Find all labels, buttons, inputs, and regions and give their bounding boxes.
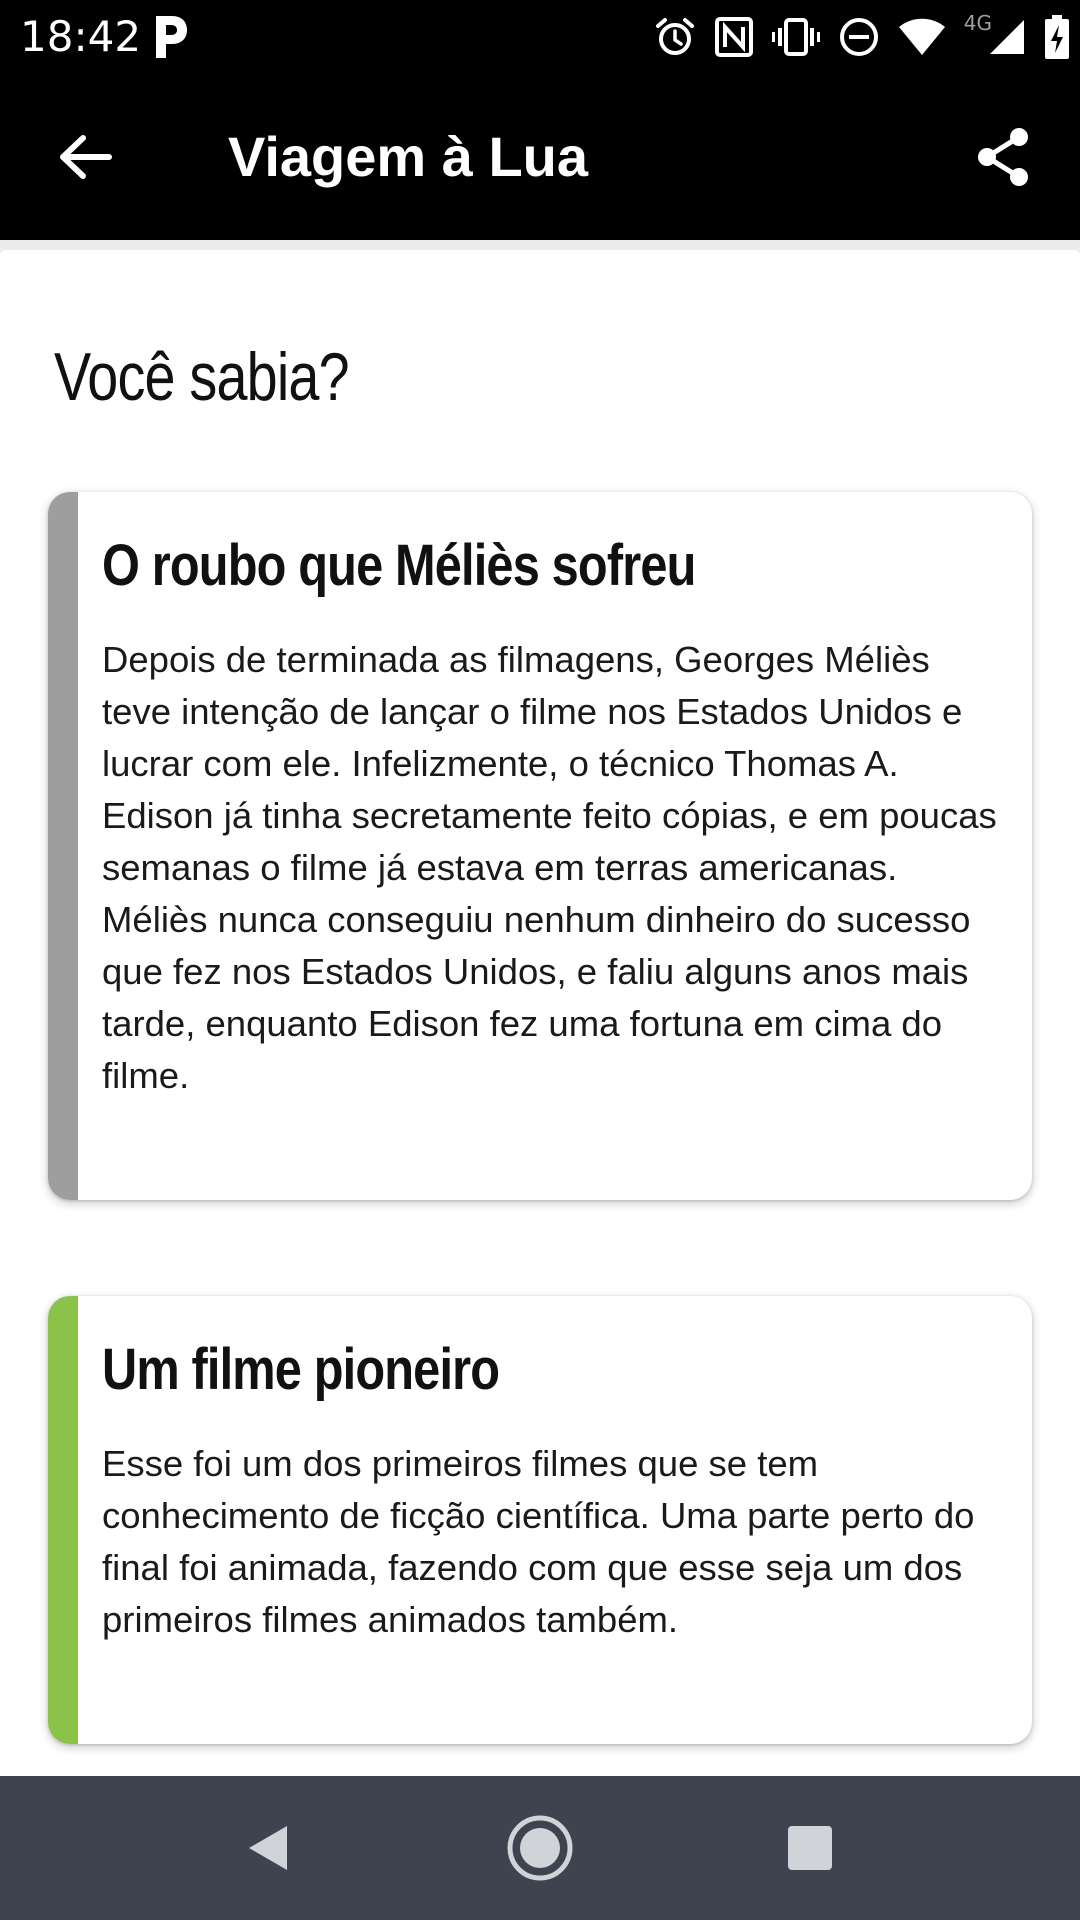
signal-icon [988,18,1026,56]
arrow-left-icon [60,135,112,179]
card-body: Depois de terminada as filmagens, George… [102,639,997,1096]
back-triangle-icon [249,1826,287,1870]
status-bar: 18:42 4G [0,0,1080,74]
card-title: O roubo que Méliès sofreu [102,533,696,598]
fact-card-2: Um filme pioneiro Esse foi um dos primei… [48,1296,1032,1744]
page-title: Viagem à Lua [228,125,589,188]
card-title: Um filme pioneiro [102,1337,500,1402]
nav-recents-button[interactable] [760,1798,860,1898]
content-area[interactable]: Você sabia? O roubo que Méliès sofreu De… [0,240,1080,1776]
p-icon [150,12,190,62]
status-icons: 4G [654,8,1070,66]
battery-charging-icon [1044,15,1070,59]
nav-back-button[interactable] [218,1798,318,1898]
do-not-disturb-icon [838,16,880,58]
system-nav-bar [0,1776,1080,1920]
back-button[interactable] [42,114,128,200]
section-title: Você sabia? [54,339,350,415]
wifi-icon [898,17,946,57]
recents-square-icon [788,1826,832,1870]
share-icon [978,128,1028,186]
network-label: 4G [963,11,992,35]
nav-home-button[interactable] [490,1798,590,1898]
share-button[interactable] [960,114,1046,200]
home-circle-icon [507,1815,573,1881]
card-body: Esse foi um dos primeiros filmes que se … [102,1443,975,1640]
vibrate-icon [771,16,820,58]
card-accent-bar [48,1296,78,1744]
content-sheet: Você sabia? O roubo que Méliès sofreu De… [0,250,1080,1776]
app-bar: Viagem à Lua [0,74,1080,240]
card-accent-bar [48,492,78,1200]
nfc-icon [714,16,754,58]
status-time: 18:42 [20,12,142,61]
alarm-icon [654,16,696,58]
fact-card-1: O roubo que Méliès sofreu Depois de term… [48,492,1032,1200]
